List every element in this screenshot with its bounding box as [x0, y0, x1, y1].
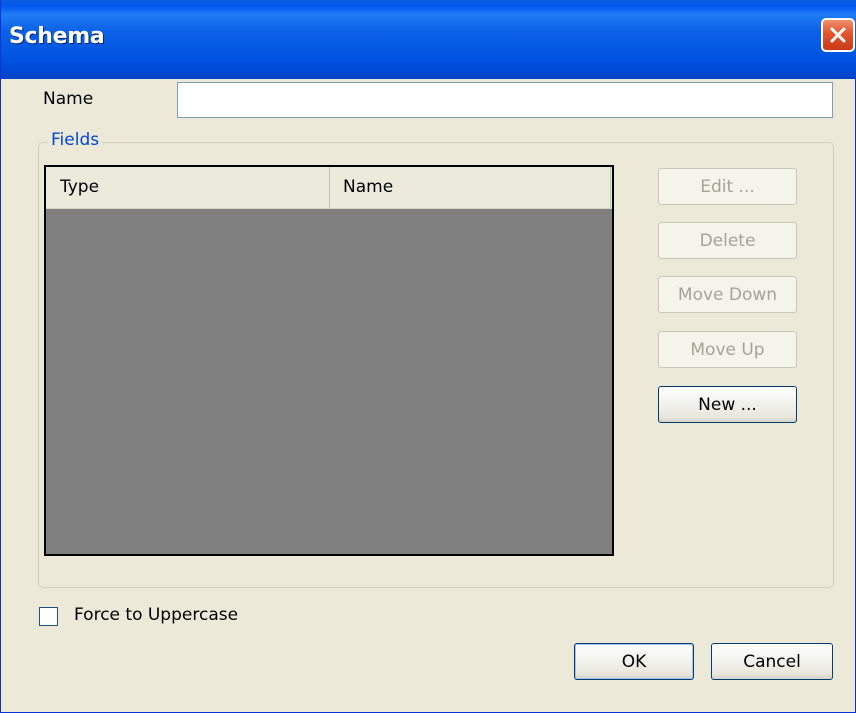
cancel-button[interactable]: Cancel	[711, 643, 833, 680]
schema-dialog: Schema Name Fields Type Name Edit ... De…	[0, 0, 856, 713]
fields-list[interactable]: Type Name	[44, 165, 614, 556]
move-up-button[interactable]: Move Up	[658, 331, 797, 368]
name-input[interactable]	[177, 82, 833, 118]
ok-button[interactable]: OK	[574, 643, 694, 680]
list-body[interactable]	[46, 209, 612, 554]
title-bar[interactable]: Schema	[1, 0, 856, 79]
edit-button[interactable]: Edit ...	[658, 168, 797, 205]
close-button[interactable]	[821, 18, 855, 52]
list-header: Type Name	[46, 167, 612, 209]
column-header-type[interactable]: Type	[46, 167, 330, 208]
new-button[interactable]: New ...	[658, 386, 797, 423]
column-header-name[interactable]: Name	[331, 167, 611, 208]
delete-button[interactable]: Delete	[658, 222, 797, 259]
fields-group-label: Fields	[48, 130, 103, 150]
force-uppercase-checkbox[interactable]	[39, 607, 58, 626]
move-down-button[interactable]: Move Down	[658, 276, 797, 313]
close-icon	[830, 27, 846, 43]
window-title: Schema	[9, 24, 105, 49]
name-label: Name	[43, 89, 94, 109]
force-uppercase-label: Force to Uppercase	[74, 605, 239, 625]
